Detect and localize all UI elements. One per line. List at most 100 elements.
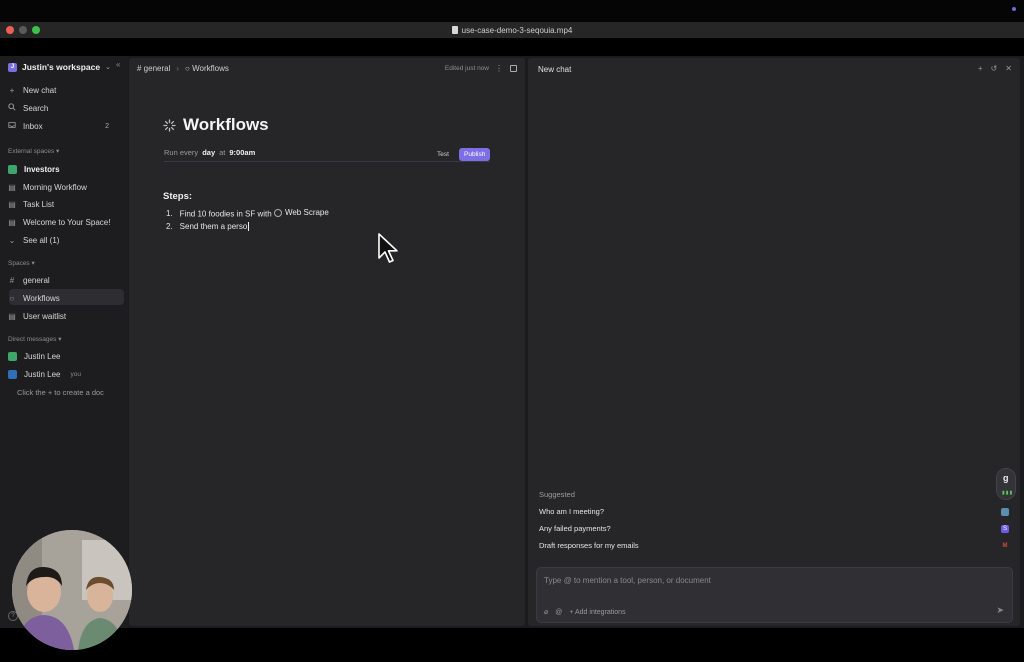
- suggestion-text: Who am I meeting?: [539, 507, 605, 516]
- video-file-name: use-case-demo-3-seqouia.mp4: [461, 25, 573, 35]
- breadcrumb: # general › ○ Workflows: [137, 64, 229, 73]
- chat-input-placeholder: Type @ to mention a tool, person, or doc…: [544, 576, 711, 585]
- signal-bars-icon: ▮▮▮: [1002, 490, 1014, 496]
- page-title-text: Workflows: [183, 115, 269, 134]
- schedule-time[interactable]: 9:00am: [229, 148, 255, 157]
- sidebar-item-investors[interactable]: Investors: [8, 162, 60, 176]
- document-icon: ▤: [8, 182, 16, 192]
- suggestion-item[interactable]: Draft responses for my emails M: [539, 541, 1009, 550]
- breadcrumb-page[interactable]: ○ Workflows: [185, 64, 229, 73]
- sidebar-dm-justin-lee[interactable]: Justin Lee: [8, 349, 60, 363]
- send-icon[interactable]: ➤: [996, 605, 1004, 616]
- minimize-window-button[interactable]: [19, 26, 27, 34]
- sidebar-item-label: Justin Lee: [24, 351, 61, 361]
- window-controls: [6, 26, 40, 34]
- toggle-panel-icon[interactable]: [510, 65, 517, 72]
- sidebar-doc-welcome[interactable]: ▤ Welcome to Your Space!: [8, 215, 110, 229]
- section-external-spaces[interactable]: External spaces ▾: [8, 147, 59, 155]
- breadcrumb-channel[interactable]: # general: [137, 64, 170, 73]
- sidebar-item-label: See all (1): [23, 235, 60, 245]
- document-icon: ▤: [8, 199, 16, 209]
- gmail-icon: M: [1002, 542, 1008, 549]
- close-window-button[interactable]: [6, 26, 14, 34]
- sidebar-item-label: Inbox: [23, 121, 43, 131]
- workspace-badge: J: [8, 62, 17, 72]
- step-text-content: Send them a perso: [179, 222, 248, 231]
- sidebar-doc-morning-workflow[interactable]: ▤ Morning Workflow: [8, 180, 87, 194]
- screen-top-band: [0, 0, 1024, 22]
- sidebar-item-label: general: [23, 275, 50, 285]
- assistant-logo-icon: g: [1003, 473, 1009, 483]
- sidebar-item-label: Welcome to Your Space!: [23, 217, 111, 227]
- sidebar-doc-task-list[interactable]: ▤ Task List: [8, 197, 54, 211]
- sidebar-item-label: Search: [23, 103, 49, 113]
- sidebar-item-label: Task List: [23, 199, 55, 209]
- workspace-switcher[interactable]: J Justin's workspace ⌄: [8, 60, 111, 74]
- stripe-icon: S: [1001, 524, 1009, 533]
- video-file-title: use-case-demo-3-seqouia.mp4: [451, 25, 573, 35]
- web-scrape-icon: [273, 208, 282, 217]
- history-icon[interactable]: ↺: [991, 64, 998, 73]
- step-number: 1.: [166, 208, 173, 218]
- assistant-status-pill[interactable]: g ▮▮▮: [996, 468, 1016, 500]
- sidebar-item-general[interactable]: # general: [8, 273, 50, 287]
- sidebar-item-user-waitlist[interactable]: ▤ User waitlist: [8, 309, 66, 323]
- you-tag: you: [70, 370, 81, 378]
- sidebar-item-inbox[interactable]: Inbox 2: [8, 119, 120, 133]
- new-chat-icon[interactable]: +: [978, 64, 983, 73]
- create-doc-hint: Click the + to create a doc: [17, 387, 104, 397]
- suggested-label: Suggested: [539, 490, 575, 499]
- search-icon: [8, 103, 16, 113]
- chevron-down-icon: ⌄: [105, 64, 111, 71]
- text-caret: [248, 222, 250, 232]
- section-spaces[interactable]: Spaces ▾: [8, 259, 35, 267]
- add-integrations-label: Add integrations: [574, 608, 626, 616]
- step-item[interactable]: 1. Find 10 foodies in SF with Web Scrape: [166, 208, 329, 219]
- section-direct-messages[interactable]: Direct messages ▾: [8, 335, 61, 343]
- suggestion-item[interactable]: Any failed payments? S: [539, 524, 1009, 533]
- collapse-sidebar-icon[interactable]: «: [116, 60, 120, 69]
- more-options-icon[interactable]: ⋮: [495, 64, 503, 73]
- fullscreen-window-button[interactable]: [32, 26, 40, 34]
- plus-icon: +: [9, 85, 15, 95]
- sidebar-item-label: User waitlist: [23, 311, 67, 321]
- sidebar-item-workflows[interactable]: ○ Workflows: [8, 291, 60, 305]
- webcam-overlay: [12, 530, 132, 650]
- sidebar-item-new-chat[interactable]: + New chat: [8, 83, 57, 97]
- suggestion-text: Any failed payments?: [539, 524, 611, 533]
- section-label: External spaces: [8, 148, 55, 155]
- page-title: Workflows: [163, 115, 269, 135]
- attach-icon[interactable]: ⌀: [544, 608, 548, 616]
- document-icon: ▤: [8, 311, 16, 321]
- sidebar-dm-justin-lee-you[interactable]: Justin Lee you: [8, 367, 81, 381]
- calendar-icon: [1001, 507, 1009, 516]
- sidebar-item-label: Morning Workflow: [23, 182, 87, 192]
- loading-spinner-icon: [163, 118, 176, 132]
- app-window: J Justin's workspace ⌄ « + New chat Sear…: [0, 56, 1024, 628]
- player-gap: [0, 38, 1024, 56]
- mention-icon[interactable]: @: [555, 609, 562, 616]
- step-text: Send them a perso: [179, 222, 250, 232]
- avatar: [8, 369, 17, 379]
- edited-status: Edited just now: [444, 65, 489, 72]
- close-icon[interactable]: ✕: [1005, 64, 1012, 73]
- sidebar-item-label: Justin Lee: [24, 369, 61, 379]
- chat-input-box[interactable]: Type @ to mention a tool, person, or doc…: [536, 567, 1013, 623]
- sidebar-item-search[interactable]: Search: [8, 101, 48, 115]
- chat-title: New chat: [538, 65, 572, 74]
- suggestion-item[interactable]: Who am I meeting?: [539, 507, 1009, 516]
- step-item[interactable]: 2. Send them a perso: [166, 222, 250, 232]
- sidebar-item-label: Investors: [24, 164, 60, 174]
- test-button[interactable]: Test: [432, 148, 454, 160]
- workflow-document: # general › ○ Workflows Edited just now …: [129, 58, 525, 626]
- tool-chip-web-scrape[interactable]: Web Scrape: [273, 208, 329, 217]
- file-icon: [451, 26, 458, 34]
- workflow-icon: ○: [9, 293, 15, 303]
- publish-button[interactable]: Publish: [459, 148, 491, 161]
- breadcrumb-page-label: Workflows: [192, 64, 229, 73]
- add-integrations-button[interactable]: + Add integrations: [569, 609, 625, 616]
- schedule-frequency[interactable]: day: [202, 148, 215, 157]
- sidebar-see-all[interactable]: ⌄ See all (1): [8, 233, 60, 247]
- suggestion-text: Draft responses for my emails: [539, 541, 639, 550]
- chevron-down-icon: ⌄: [8, 235, 16, 245]
